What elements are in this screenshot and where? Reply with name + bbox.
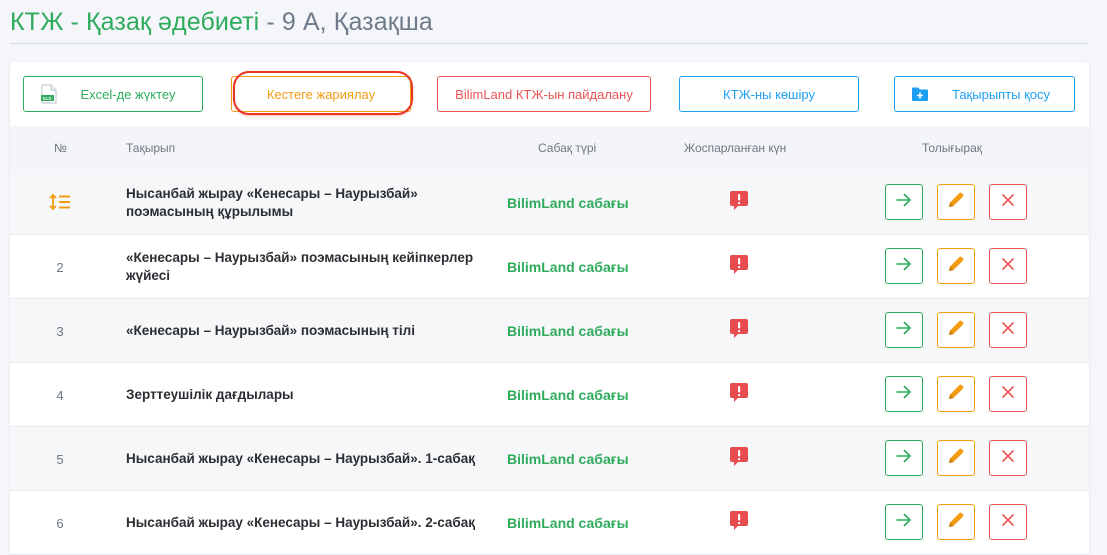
open-lesson-button[interactable] (885, 312, 923, 348)
row-planned-date (728, 299, 750, 363)
arrow-right-icon (896, 257, 912, 276)
publish-schedule-button[interactable]: Кестеге жариялау (231, 76, 411, 112)
alert-icon (729, 318, 749, 345)
open-lesson-button[interactable] (885, 504, 923, 540)
page-title-separator: - (259, 8, 282, 36)
edit-topic-button[interactable] (937, 376, 975, 412)
table-row: 6 Нысанбай жырау «Кенесары – Наурызбай». … (10, 491, 1089, 555)
column-header-details: Толығырақ (922, 141, 983, 155)
open-lesson-button[interactable] (885, 376, 923, 412)
copy-plan-label: КТЖ-ны көшіру (723, 86, 815, 102)
table-row: 2 «Кенесары – Наурызбай» поэмасының кейіп… (10, 235, 1089, 299)
delete-topic-button[interactable] (989, 440, 1027, 476)
row-planned-date (728, 427, 750, 491)
row-topic: «Кенесары – Наурызбай» поэмасының тілі (126, 323, 415, 338)
publish-schedule-label: Кестеге жариялау (266, 86, 376, 102)
arrow-right-icon (896, 385, 912, 404)
pencil-icon (947, 255, 965, 278)
alert-icon (729, 446, 749, 473)
row-number: 3 (56, 323, 64, 339)
pencil-icon (947, 511, 965, 534)
alert-icon (729, 510, 749, 537)
add-topic-button[interactable]: Тақырыпты қосу (894, 76, 1075, 112)
alert-icon (729, 254, 749, 281)
table-row: 3 «Кенесары – Наурызбай» поэмасының тілі B… (10, 299, 1089, 363)
page-title-subject: КТЖ - Қазақ әдебиеті (10, 8, 260, 36)
delete-topic-button[interactable] (989, 376, 1027, 412)
row-planned-date (728, 235, 750, 299)
open-lesson-button[interactable] (885, 440, 923, 476)
row-planned-date (728, 363, 750, 427)
close-icon (1001, 193, 1015, 212)
open-lesson-button[interactable] (885, 248, 923, 284)
page-title: КТЖ - Қазақ әдебиеті - 9 А, Қазақша (10, 8, 433, 37)
arrow-right-icon (896, 513, 912, 532)
open-lesson-button[interactable] (885, 184, 923, 220)
row-number: 6 (56, 515, 64, 531)
close-icon (1001, 513, 1015, 532)
column-header-lesson-type: Сабақ түрі (538, 141, 597, 155)
row-lesson-type: BilimLand сабағы (507, 323, 629, 339)
excel-download-button[interactable]: XLS Excel-де жүктеу (23, 76, 203, 112)
edit-topic-button[interactable] (937, 312, 975, 348)
copy-plan-button[interactable]: КТЖ-ны көшіру (679, 76, 859, 112)
close-icon (1001, 257, 1015, 276)
toolbar: XLS Excel-де жүктеу Кестеге жариялау Bil… (10, 62, 1089, 126)
add-topic-label: Тақырыпты қосу (951, 86, 1051, 102)
row-topic: Нысанбай жырау «Кенесары – Наурызбай». 1… (126, 451, 476, 466)
svg-text:XLS: XLS (43, 96, 52, 101)
close-icon (1001, 321, 1015, 340)
table-row: 5 Нысанбай жырау «Кенесары – Наурызбай». … (10, 427, 1089, 491)
xls-file-icon: XLS (41, 84, 57, 107)
row-lesson-type: BilimLand сабағы (507, 387, 629, 403)
row-topic: Зерттеушілік дағдылары (126, 387, 294, 402)
edit-topic-button[interactable] (937, 248, 975, 284)
delete-topic-button[interactable] (989, 248, 1027, 284)
row-planned-date (728, 491, 750, 555)
excel-download-label: Excel-де жүктеу (80, 86, 176, 102)
table-row: Нысанбай жырау «Кенесары – Наурызбай» по… (10, 171, 1089, 235)
close-icon (1001, 449, 1015, 468)
delete-topic-button[interactable] (989, 184, 1027, 220)
edit-topic-button[interactable] (937, 504, 975, 540)
folder-plus-icon (911, 86, 929, 105)
edit-topic-button[interactable] (937, 184, 975, 220)
row-lesson-type: BilimLand сабағы (507, 195, 629, 211)
pencil-icon (947, 447, 965, 470)
column-header-number: № (54, 141, 67, 155)
column-header-planned-date: Жоспарланған күн (684, 141, 787, 155)
arrow-right-icon (896, 321, 912, 340)
arrow-right-icon (896, 193, 912, 212)
close-icon (1001, 385, 1015, 404)
table-row: 4 Зерттеушілік дағдылары BilimLand сабағы (10, 363, 1089, 427)
alert-icon (729, 382, 749, 409)
row-topic: Нысанбай жырау «Кенесары – Наурызбай» по… (126, 186, 418, 219)
use-bilimland-plan-label: BilimLand КТЖ-ын пайдалану (455, 86, 633, 102)
arrow-right-icon (896, 449, 912, 468)
column-header-topic: Тақырып (126, 141, 176, 155)
alert-icon (729, 190, 749, 217)
row-lesson-type: BilimLand сабағы (507, 451, 629, 467)
use-bilimland-plan-button[interactable]: BilimLand КТЖ-ын пайдалану (437, 76, 651, 112)
page-title-class: 9 А, Қазақша (281, 8, 433, 36)
delete-topic-button[interactable] (989, 312, 1027, 348)
row-lesson-type: BilimLand сабағы (507, 259, 629, 275)
row-lesson-type: BilimLand сабағы (507, 515, 629, 531)
sort-order-icon (49, 193, 71, 213)
row-topic: Нысанбай жырау «Кенесары – Наурызбай». 2… (126, 515, 476, 530)
row-topic: «Кенесары – Наурызбай» поэмасының кейіпк… (126, 250, 474, 283)
title-divider (10, 43, 1089, 44)
delete-topic-button[interactable] (989, 504, 1027, 540)
reorder-handle[interactable] (49, 171, 71, 235)
plan-card: XLS Excel-де жүктеу Кестеге жариялау Bil… (10, 62, 1089, 555)
pencil-icon (947, 191, 965, 214)
row-number: 5 (56, 451, 64, 467)
row-number: 4 (56, 387, 64, 403)
table-header: № Тақырып Сабақ түрі Жоспарланған күн То… (10, 126, 1089, 171)
row-planned-date (728, 171, 750, 235)
pencil-icon (947, 319, 965, 342)
pencil-icon (947, 383, 965, 406)
edit-topic-button[interactable] (937, 440, 975, 476)
row-number: 2 (56, 259, 64, 275)
